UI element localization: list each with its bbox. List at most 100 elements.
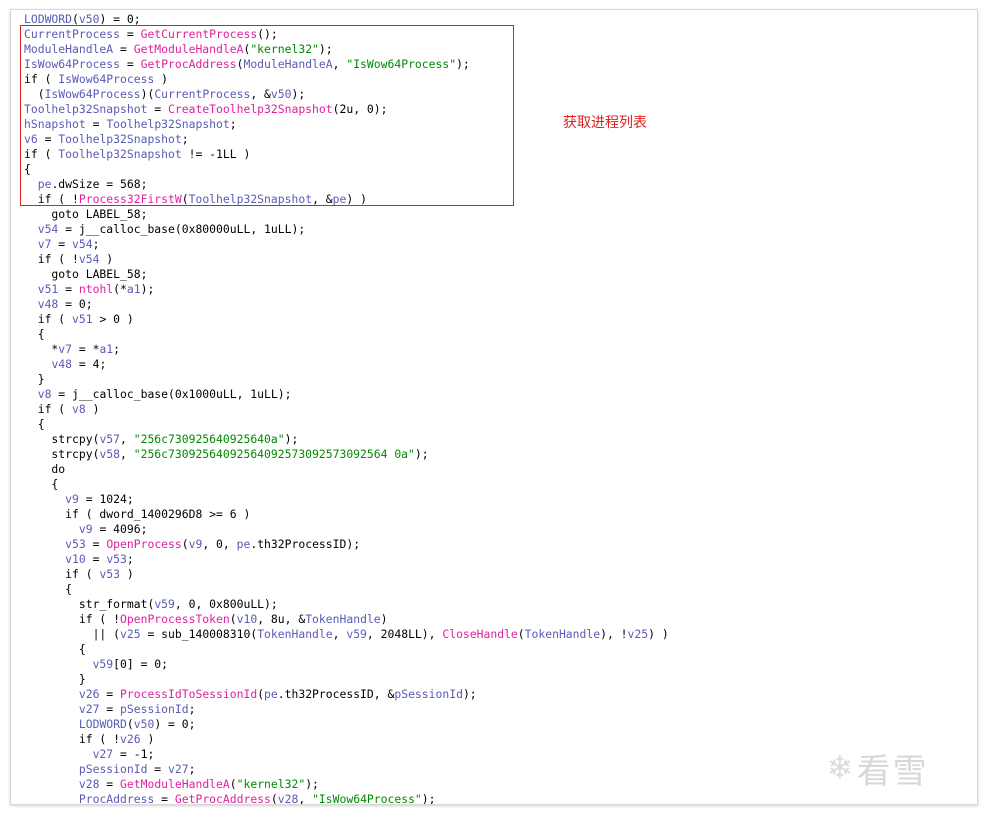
code-token: ( <box>270 792 278 805</box>
code-line: { <box>24 327 669 342</box>
code-token: * <box>24 342 59 356</box>
code-line: pSessionId = v27; <box>24 762 669 777</box>
code-token: goto LABEL_58; <box>24 207 148 221</box>
code-token: , 0, <box>202 537 237 551</box>
watermark-text: 看雪 <box>856 751 929 792</box>
code-token: ( <box>126 717 134 731</box>
code-line: v59[0] = 0; <box>24 657 669 672</box>
code-token: pSessionId <box>120 702 189 716</box>
code-line: } <box>24 672 669 687</box>
code-token: v48 <box>37 297 59 311</box>
code-line: goto LABEL_58; <box>24 267 669 282</box>
code-token: "256c73092564092564092573092573092564 0a… <box>133 447 415 461</box>
code-token: if ( ! <box>24 612 121 626</box>
code-token: v53 <box>99 567 121 581</box>
code-token: TokenHandle <box>524 627 601 641</box>
code-token: { <box>24 642 86 656</box>
code-token: = * <box>72 342 100 356</box>
snowflake-icon: ❄ <box>829 747 851 788</box>
code-token: .th32ProcessID, & <box>277 687 395 701</box>
code-token: "IsWow64Process" <box>312 792 422 805</box>
code-token: do <box>24 462 66 476</box>
code-token: v53 <box>106 552 127 566</box>
code-token: OpenProcessToken <box>120 612 230 626</box>
code-token: v9 <box>188 537 203 551</box>
code-token: , 2048LL), <box>366 627 443 641</box>
code-token: if ( <box>24 567 100 581</box>
code-line: v9 = 1024; <box>24 492 669 507</box>
code-token: ntohl <box>78 282 114 296</box>
code-line: v27 = pSessionId; <box>24 702 669 717</box>
code-line: v48 = 4; <box>24 357 669 372</box>
code-token: = j__calloc_base(0x80000uLL, 1uLL); <box>58 222 306 236</box>
code-line: str_format(v59, 0, 0x800uLL); <box>24 597 669 612</box>
code-line: { <box>24 582 669 597</box>
annotation-label: 获取进程列表 <box>563 115 647 131</box>
code-token: str_format( <box>24 597 155 611</box>
code-line: { <box>24 477 669 492</box>
code-token: v27 <box>78 702 100 716</box>
code-line: { <box>24 642 669 657</box>
code-token: [0] = 0; <box>113 657 169 671</box>
code-token: TokenHandle <box>257 627 333 641</box>
code-token: = <box>85 537 107 551</box>
code-token: ; <box>188 762 196 776</box>
code-token: = -1; <box>113 747 155 761</box>
code-token: CloseHandle <box>442 627 518 641</box>
code-line: ProcAddress = GetProcAddress(v28, "IsWow… <box>24 792 669 805</box>
code-token: v59 <box>154 597 175 611</box>
code-line: v26 = ProcessIdToSessionId(pe.th32Proces… <box>24 687 669 702</box>
code-line: if ( dword_1400296D8 >= 6 ) <box>24 507 669 522</box>
code-viewer-panel: LODWORD(v50) = 0; CurrentProcess = GetCur… <box>10 9 978 805</box>
code-token: } <box>24 372 45 386</box>
code-token: v57 <box>99 432 121 446</box>
code-token: TokenHandle <box>305 612 381 626</box>
code-line: v27 = -1; <box>24 747 669 762</box>
code-token: if ( ! <box>24 252 79 266</box>
code-token: , 0, 0x800uLL); <box>174 597 278 611</box>
code-line: if ( !v54 ) <box>24 252 669 267</box>
code-token: ); <box>414 447 429 461</box>
code-line: if ( v8 ) <box>24 402 669 417</box>
code-token: v50 <box>78 12 100 26</box>
code-token: if ( ! <box>24 732 121 746</box>
code-token: "kernel32" <box>236 777 306 791</box>
code-token: v51 <box>72 312 93 326</box>
code-token: = j__calloc_base(0x1000uLL, 1uLL); <box>51 387 292 401</box>
code-token: ProcessIdToSessionId <box>120 687 258 701</box>
code-token: = <box>58 282 79 296</box>
code-token: LODWORD <box>24 12 73 26</box>
code-token: || ( <box>24 627 121 641</box>
code-token: v53 <box>65 537 86 551</box>
code-token: ); <box>421 792 436 805</box>
code-token: v27 <box>168 762 189 776</box>
code-token: OpenProcess <box>106 537 182 551</box>
code-token: a1 <box>126 282 141 296</box>
code-token: = 1024; <box>78 492 134 506</box>
code-token: v58 <box>99 447 121 461</box>
code-token: } <box>24 672 86 686</box>
code-line: || (v25 = sub_140008310(TokenHandle, v59… <box>24 627 669 642</box>
code-token: = <box>51 237 73 251</box>
code-line: if ( v53 ) <box>24 567 669 582</box>
code-token: = <box>147 762 169 776</box>
code-line: v48 = 0; <box>24 297 669 312</box>
watermark: ❄ 看雪 <box>829 740 969 796</box>
code-token: { <box>24 582 73 596</box>
code-line: do <box>24 462 669 477</box>
code-token: ); <box>284 432 299 446</box>
code-line: if ( !v26 ) <box>24 732 669 747</box>
code-token: strcpy( <box>24 447 100 461</box>
code-line: v8 = j__calloc_base(0x1000uLL, 1uLL); <box>24 387 669 402</box>
code-line: v10 = v53; <box>24 552 669 567</box>
code-token: v27 <box>92 747 114 761</box>
